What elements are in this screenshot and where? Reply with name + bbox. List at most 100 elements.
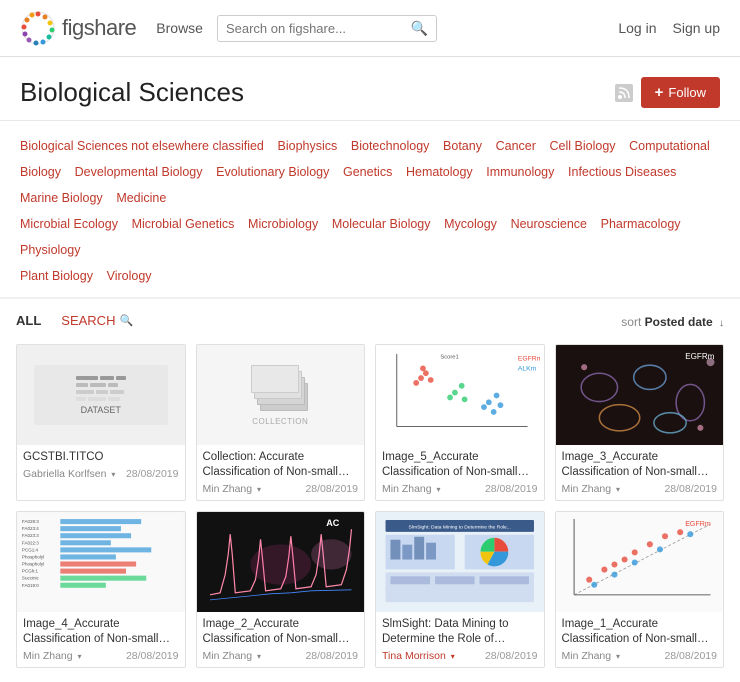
- tag-link[interactable]: Cancer: [496, 139, 536, 153]
- signup-link[interactable]: Sign up: [673, 20, 720, 36]
- search-input[interactable]: [226, 21, 411, 36]
- content-area: ALL SEARCH 🔍 sort Posted date ↓: [0, 299, 740, 682]
- item-meta: Tina Morrison ▾ 28/08/2019: [382, 650, 538, 662]
- tag-link[interactable]: Infectious Diseases: [568, 165, 676, 179]
- logo[interactable]: figshare: [20, 10, 136, 46]
- item-title: Image_2_Accurate Classification of Non-s…: [203, 617, 359, 647]
- svg-text:FA022:3: FA022:3: [22, 540, 39, 545]
- item-card-microscopy[interactable]: EGFRm Image_3_Accurate Classification of…: [555, 344, 725, 501]
- tag-link[interactable]: Developmental Biology: [75, 165, 203, 179]
- logo-text: figshare: [62, 15, 136, 41]
- svg-text:FA023:3: FA023:3: [22, 533, 39, 538]
- items-grid-row1: DATASET GCSTBI.TITCO Gabriella Korlfsen …: [16, 344, 724, 501]
- author-chevron-icon: ▾: [437, 485, 441, 494]
- item-author: Gabriella Korlfsen ▾: [23, 468, 115, 480]
- item-thumb-collection: COLLECTION: [197, 345, 365, 445]
- sort-value: Posted date: [645, 315, 713, 329]
- search-box[interactable]: 🔍: [217, 15, 437, 42]
- rss-icon: [615, 84, 633, 102]
- tag-area: Biological Sciences not elsewhere classi…: [0, 121, 740, 299]
- svg-text:PCG1:4: PCG1:4: [22, 547, 39, 552]
- login-link[interactable]: Log in: [618, 20, 656, 36]
- item-card-scatter[interactable]: EGFRm ALKm Score1 Image_5_Accurate Class…: [375, 344, 545, 501]
- tag-link[interactable]: Evolutionary Biology: [216, 165, 329, 179]
- item-card-spectroscopy[interactable]: AC Image_2_Accurate Classification of No…: [196, 511, 366, 668]
- item-info: Collection: Accurate Classification of N…: [197, 445, 365, 500]
- item-author: Min Zhang ▾: [562, 650, 621, 662]
- item-card-dataset[interactable]: DATASET GCSTBI.TITCO Gabriella Korlfsen …: [16, 344, 186, 501]
- svg-text:EGFRm: EGFRm: [518, 356, 540, 363]
- tag-link[interactable]: Neuroscience: [511, 217, 587, 231]
- tag-link[interactable]: Microbial Ecology: [20, 217, 118, 231]
- tab-bar: ALL SEARCH 🔍 sort Posted date ↓: [16, 313, 724, 330]
- item-thumb-spectroscopy: AC: [197, 512, 365, 612]
- item-info: Image_4_Accurate Classification of Non-s…: [17, 612, 185, 667]
- item-meta: Min Zhang ▾ 28/08/2019: [382, 483, 538, 495]
- follow-button[interactable]: + Follow: [641, 77, 720, 108]
- svg-text:EGFRm: EGFRm: [685, 352, 714, 361]
- item-thumb-bar: FA029:3 FA023:4 FA023:3 FA022:3 PCG1:4 P…: [17, 512, 185, 612]
- svg-text:FA019:0: FA019:0: [22, 583, 39, 588]
- svg-text:EGFRm: EGFRm: [685, 521, 711, 528]
- item-date: 28/08/2019: [485, 483, 538, 495]
- author-chevron-icon: ▾: [78, 652, 82, 661]
- bar-chart: FA029:3 FA023:4 FA023:3 FA022:3 PCG1:4 P…: [19, 514, 183, 610]
- tag-link[interactable]: Biophysics: [278, 139, 338, 153]
- tag-link[interactable]: Botany: [443, 139, 482, 153]
- item-card-bar[interactable]: FA029:3 FA023:4 FA023:3 FA022:3 PCG1:4 P…: [16, 511, 186, 668]
- tab-search[interactable]: SEARCH 🔍: [61, 313, 133, 330]
- tab-search-label: SEARCH: [61, 313, 115, 328]
- tab-all[interactable]: ALL: [16, 313, 41, 330]
- tag-link[interactable]: Genetics: [343, 165, 392, 179]
- microscopy-image: EGFRm: [558, 347, 722, 443]
- item-author: Min Zhang ▾: [203, 650, 262, 662]
- item-date: 28/08/2019: [664, 483, 717, 495]
- item-card-collection[interactable]: COLLECTION Collection: Accurate Classifi…: [196, 344, 366, 501]
- tag-link[interactable]: Immunology: [486, 165, 554, 179]
- tag-link[interactable]: Mycology: [444, 217, 497, 231]
- item-meta: Min Zhang ▾ 28/08/2019: [203, 650, 359, 662]
- item-info: GCSTBI.TITCO Gabriella Korlfsen ▾ 28/08/…: [17, 445, 185, 485]
- item-date: 28/08/2019: [126, 650, 179, 662]
- author-chevron-icon: ▾: [257, 485, 261, 494]
- tag-link[interactable]: Pharmacology: [601, 217, 681, 231]
- tag-link[interactable]: Marine Biology: [20, 191, 103, 205]
- svg-text:ALKm: ALKm: [518, 365, 537, 372]
- tag-link[interactable]: Microbial Genetics: [132, 217, 235, 231]
- follow-plus-icon: +: [655, 84, 664, 101]
- tag-link[interactable]: Molecular Biology: [332, 217, 431, 231]
- item-card-scatter2[interactable]: EGFRm Image_1_Accurate Classification of…: [555, 511, 725, 668]
- item-date: 28/08/2019: [126, 468, 179, 480]
- tag-link[interactable]: Virology: [107, 269, 152, 283]
- item-info: Image_3_Accurate Classification of Non-s…: [556, 445, 724, 500]
- tag-link[interactable]: Cell Biology: [550, 139, 616, 153]
- author-chevron-icon: ▾: [616, 485, 620, 494]
- tag-link[interactable]: Plant Biology: [20, 269, 93, 283]
- tag-link[interactable]: Biological Sciences not elsewhere classi…: [20, 139, 264, 153]
- header: figshare Browse 🔍 Log in Sign up: [0, 0, 740, 57]
- item-meta: Min Zhang ▾ 28/08/2019: [562, 650, 718, 662]
- tag-link[interactable]: Hematology: [406, 165, 473, 179]
- tag-link[interactable]: Medicine: [116, 191, 166, 205]
- item-meta: Min Zhang ▾ 28/08/2019: [23, 650, 179, 662]
- item-title: Image_4_Accurate Classification of Non-s…: [23, 617, 179, 647]
- svg-text:AC: AC: [326, 518, 340, 528]
- tag-link[interactable]: Physiology: [20, 243, 80, 257]
- item-author: Tina Morrison ▾: [382, 650, 455, 662]
- author-chevron-icon: ▾: [257, 652, 261, 661]
- header-right: Log in Sign up: [618, 20, 720, 36]
- browse-link[interactable]: Browse: [156, 20, 203, 36]
- item-card-poster[interactable]: SlmSight: Data Mining to Determine the R…: [375, 511, 545, 668]
- tab-left: ALL SEARCH 🔍: [16, 313, 133, 330]
- item-author: Min Zhang ▾: [382, 483, 441, 495]
- item-info: Image_2_Accurate Classification of Non-s…: [197, 612, 365, 667]
- svg-text:SlmSight: Data Mining to Deter: SlmSight: Data Mining to Determine the R…: [409, 524, 511, 530]
- sort-arrow-icon: ↓: [719, 318, 724, 329]
- tag-link[interactable]: Microbiology: [248, 217, 318, 231]
- item-thumb-scatter2: EGFRm: [556, 512, 724, 612]
- items-grid-row2: FA029:3 FA023:4 FA023:3 FA022:3 PCG1:4 P…: [16, 511, 724, 668]
- tag-link[interactable]: Biotechnology: [351, 139, 430, 153]
- svg-text:Succinic: Succinic: [22, 576, 40, 581]
- item-meta: Gabriella Korlfsen ▾ 28/08/2019: [23, 468, 179, 480]
- svg-text:FA029:3: FA029:3: [22, 519, 39, 524]
